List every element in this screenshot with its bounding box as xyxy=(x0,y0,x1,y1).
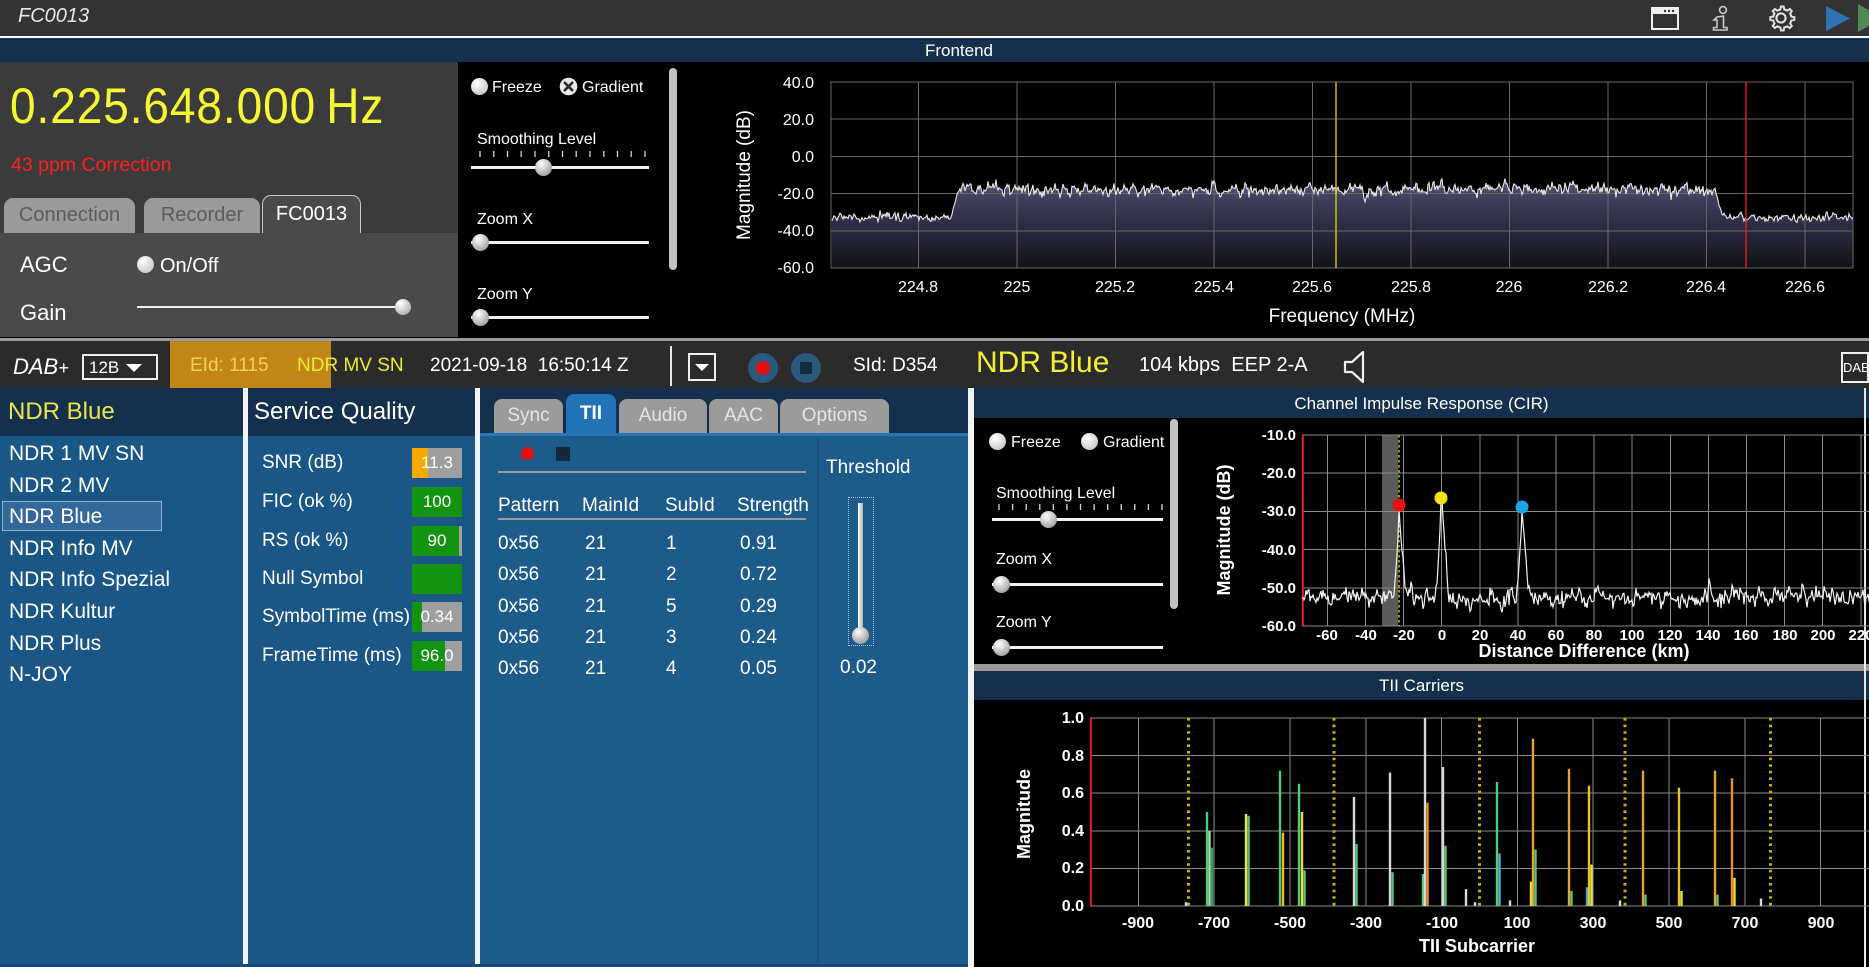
svg-text:226: 226 xyxy=(1496,279,1523,296)
svg-text:700: 700 xyxy=(1732,915,1759,932)
svg-text:500: 500 xyxy=(1656,915,1683,932)
svg-text:-50.0: -50.0 xyxy=(1262,580,1296,597)
svg-text:-40.0: -40.0 xyxy=(1262,542,1296,559)
svg-text:0.4: 0.4 xyxy=(1062,823,1084,840)
svg-text:0.8: 0.8 xyxy=(1062,748,1084,765)
svg-text:-20: -20 xyxy=(1393,627,1415,644)
svg-text:20.0: 20.0 xyxy=(783,112,814,129)
svg-text:-100: -100 xyxy=(1426,915,1458,932)
svg-text:225.2: 225.2 xyxy=(1095,279,1135,296)
svg-text:-40.0: -40.0 xyxy=(778,223,815,240)
svg-text:0: 0 xyxy=(1438,627,1446,644)
svg-text:-60.0: -60.0 xyxy=(1262,618,1296,635)
svg-text:226.2: 226.2 xyxy=(1588,279,1628,296)
svg-text:-700: -700 xyxy=(1198,915,1230,932)
svg-text:225.6: 225.6 xyxy=(1292,279,1332,296)
svg-text:0.2: 0.2 xyxy=(1062,860,1084,877)
svg-text:225.4: 225.4 xyxy=(1194,279,1234,296)
svg-text:200: 200 xyxy=(1810,627,1835,644)
svg-text:-20.0: -20.0 xyxy=(778,186,815,203)
svg-text:TII Subcarrier: TII Subcarrier xyxy=(1419,936,1535,956)
svg-text:Magnitude (dB): Magnitude (dB) xyxy=(1214,465,1234,596)
svg-text:180: 180 xyxy=(1772,627,1797,644)
svg-text:160: 160 xyxy=(1733,627,1758,644)
svg-text:-40: -40 xyxy=(1355,627,1377,644)
svg-text:225.8: 225.8 xyxy=(1391,279,1431,296)
svg-text:100: 100 xyxy=(1504,915,1531,932)
svg-text:900: 900 xyxy=(1808,915,1835,932)
svg-text:Frequency (MHz): Frequency (MHz) xyxy=(1269,306,1416,327)
svg-text:-10.0: -10.0 xyxy=(1262,427,1296,444)
svg-text:-60.0: -60.0 xyxy=(778,260,815,277)
svg-text:-900: -900 xyxy=(1122,915,1154,932)
svg-text:-20.0: -20.0 xyxy=(1262,465,1296,482)
svg-text:-30.0: -30.0 xyxy=(1262,503,1296,520)
svg-text:300: 300 xyxy=(1580,915,1607,932)
svg-text:140: 140 xyxy=(1695,627,1720,644)
svg-text:Magnitude (dB): Magnitude (dB) xyxy=(734,110,755,240)
svg-text:224.8: 224.8 xyxy=(898,279,938,296)
svg-text:1.0: 1.0 xyxy=(1062,710,1084,727)
svg-text:226.6: 226.6 xyxy=(1785,279,1825,296)
svg-text:0.6: 0.6 xyxy=(1062,785,1084,802)
svg-text:220: 220 xyxy=(1848,627,1869,644)
svg-text:0.0: 0.0 xyxy=(792,149,814,166)
svg-text:-500: -500 xyxy=(1274,915,1306,932)
svg-text:226.4: 226.4 xyxy=(1686,279,1726,296)
svg-text:0.0: 0.0 xyxy=(1062,898,1084,915)
svg-text:225: 225 xyxy=(1004,279,1031,296)
svg-text:-300: -300 xyxy=(1350,915,1382,932)
svg-text:Magnitude: Magnitude xyxy=(1014,769,1034,859)
svg-text:-60: -60 xyxy=(1316,627,1338,644)
svg-text:Distance Difference (km): Distance Difference (km) xyxy=(1478,641,1689,661)
svg-text:40.0: 40.0 xyxy=(783,75,814,92)
